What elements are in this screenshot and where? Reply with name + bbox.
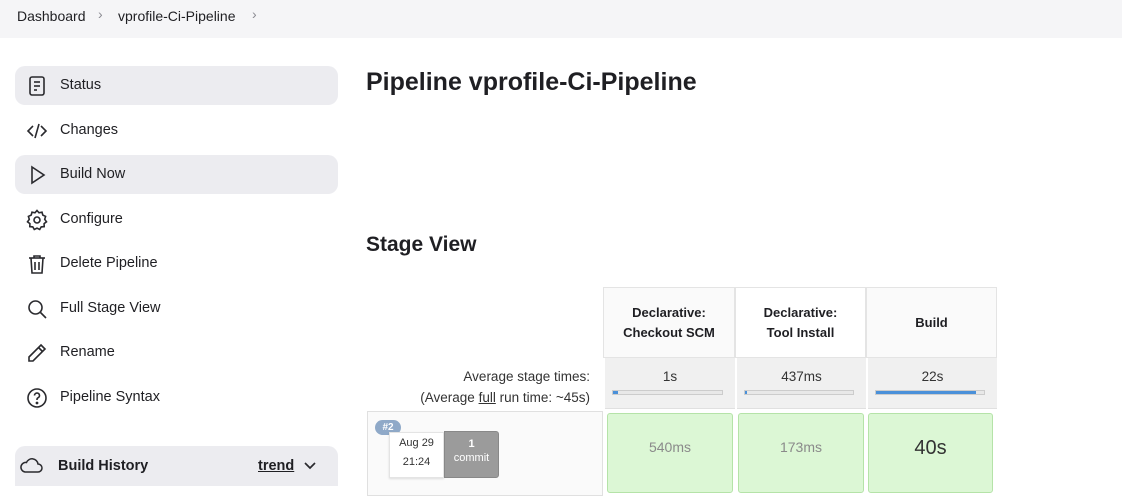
stage-header-tool-install: Declarative: Tool Install [735,287,866,358]
stage-duration: 40s [914,437,947,459]
sidebar-item-changes[interactable]: Changes [15,111,338,150]
avg-time: 1s [662,369,678,384]
breadcrumb-dashboard-link[interactable]: Dashboard [17,8,86,24]
stage-cell-tool-install[interactable]: 173ms [738,413,864,493]
avg-cell-build: 22s [868,358,997,409]
build-date-box: Aug 29 21:24 [389,432,444,478]
avg-time: 22s [921,369,944,384]
avg-progress-fill [745,391,748,394]
stage-view-title: Stage View [366,233,477,256]
avg-run-time-prefix: (Average [420,390,479,405]
breadcrumb-chevron-icon: › [98,6,103,22]
sidebar-item-label: Full Stage View [60,300,161,316]
sidebar-item-label: Status [60,77,102,93]
breadcrumb-chevron-icon[interactable]: › [252,6,257,22]
stage-header-line1: Declarative: [632,304,706,320]
stage-cell-build[interactable]: 40s [868,413,993,493]
stage-header-checkout-scm: Declarative: Checkout SCM [603,287,735,358]
sidebar-item-label: Build Now [60,166,126,182]
sidebar-item-configure[interactable]: Configure [15,200,338,239]
stage-header-line2: Tool Install [766,324,835,340]
commit-count-button[interactable]: 1 commit [444,431,499,478]
avg-progress-bar [612,390,723,395]
stage-header-line2: Build [915,314,948,330]
stage-cell-checkout-scm[interactable]: 540ms [607,413,733,493]
sidebar-item-pipeline-syntax[interactable]: Pipeline Syntax [15,378,338,417]
sidebar-item-label: Configure [60,211,123,227]
stage-header-build: Build [866,287,997,358]
page-title: Pipeline vprofile-Ci-Pipeline [366,68,697,96]
avg-time: 437ms [781,369,822,384]
avg-run-time-suffix: run time: ~45s) [495,390,590,405]
sidebar-item-status[interactable]: Status [15,66,338,105]
sidebar-item-delete-pipeline[interactable]: Delete Pipeline [15,244,338,283]
help-icon [27,388,47,408]
build-history-label: Build History [58,458,149,474]
sidebar-item-rename[interactable]: Rename [15,333,338,372]
sidebar-item-label: Changes [60,122,119,138]
cloud-icon [20,458,43,473]
search-icon [28,300,47,319]
sidebar-item-full-stage-view[interactable]: Full Stage View [15,289,338,328]
avg-stage-times-label: Average stage times: [463,369,590,384]
gear-icon [26,209,48,231]
code-icon [26,123,48,139]
avg-progress-fill [876,391,977,394]
build-time: 21:24 [402,456,431,468]
full-run-time-link[interactable]: full [479,390,496,405]
avg-progress-fill [613,391,619,394]
avg-progress-bar [744,390,854,395]
chevron-down-icon[interactable] [303,460,317,472]
commit-label: commit [453,452,490,464]
stage-header-line2: Checkout SCM [623,324,715,340]
commit-count: 1 [468,438,475,450]
avg-run-time-label: (Average full run time: ~45s) [420,390,590,405]
avg-cell-checkout-scm: 1s [605,358,735,409]
avg-progress-bar [875,390,985,395]
stage-header-line1: Declarative: [763,304,838,320]
sidebar-item-build-now[interactable]: Build Now [15,155,338,194]
stage-duration: 540ms [648,439,692,455]
avg-cell-tool-install: 437ms [737,358,866,409]
build-date: Aug 29 [399,437,434,449]
stage-duration: 173ms [779,439,823,455]
sidebar-item-label: Rename [60,344,115,360]
build-history-header[interactable]: Build History trend [15,446,338,486]
sidebar-item-label: Delete Pipeline [60,255,158,271]
trash-icon [29,255,45,274]
breadcrumb-pipeline-link[interactable]: vprofile-Ci-Pipeline [118,8,236,24]
build-history-trend-link[interactable]: trend [258,458,294,474]
sidebar-item-label: Pipeline Syntax [60,389,160,405]
breadcrumb: Dashboard › vprofile-Ci-Pipeline › [0,0,1122,38]
pencil-icon [28,343,47,362]
document-icon [29,76,45,96]
play-icon [31,165,46,185]
